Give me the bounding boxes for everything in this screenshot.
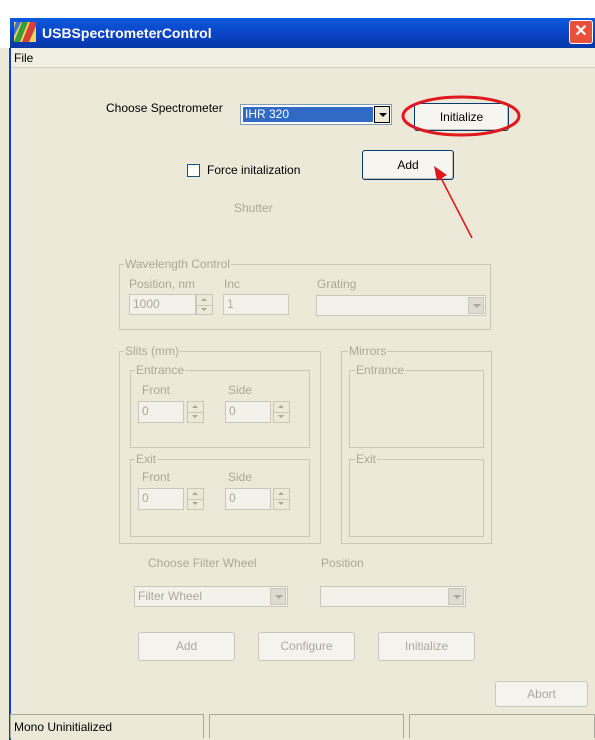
annotation-overlay: [401, 95, 521, 239]
arrow-head: [434, 166, 447, 181]
annotation-arrow: [440, 177, 473, 239]
highlight-ellipse: [401, 95, 521, 137]
